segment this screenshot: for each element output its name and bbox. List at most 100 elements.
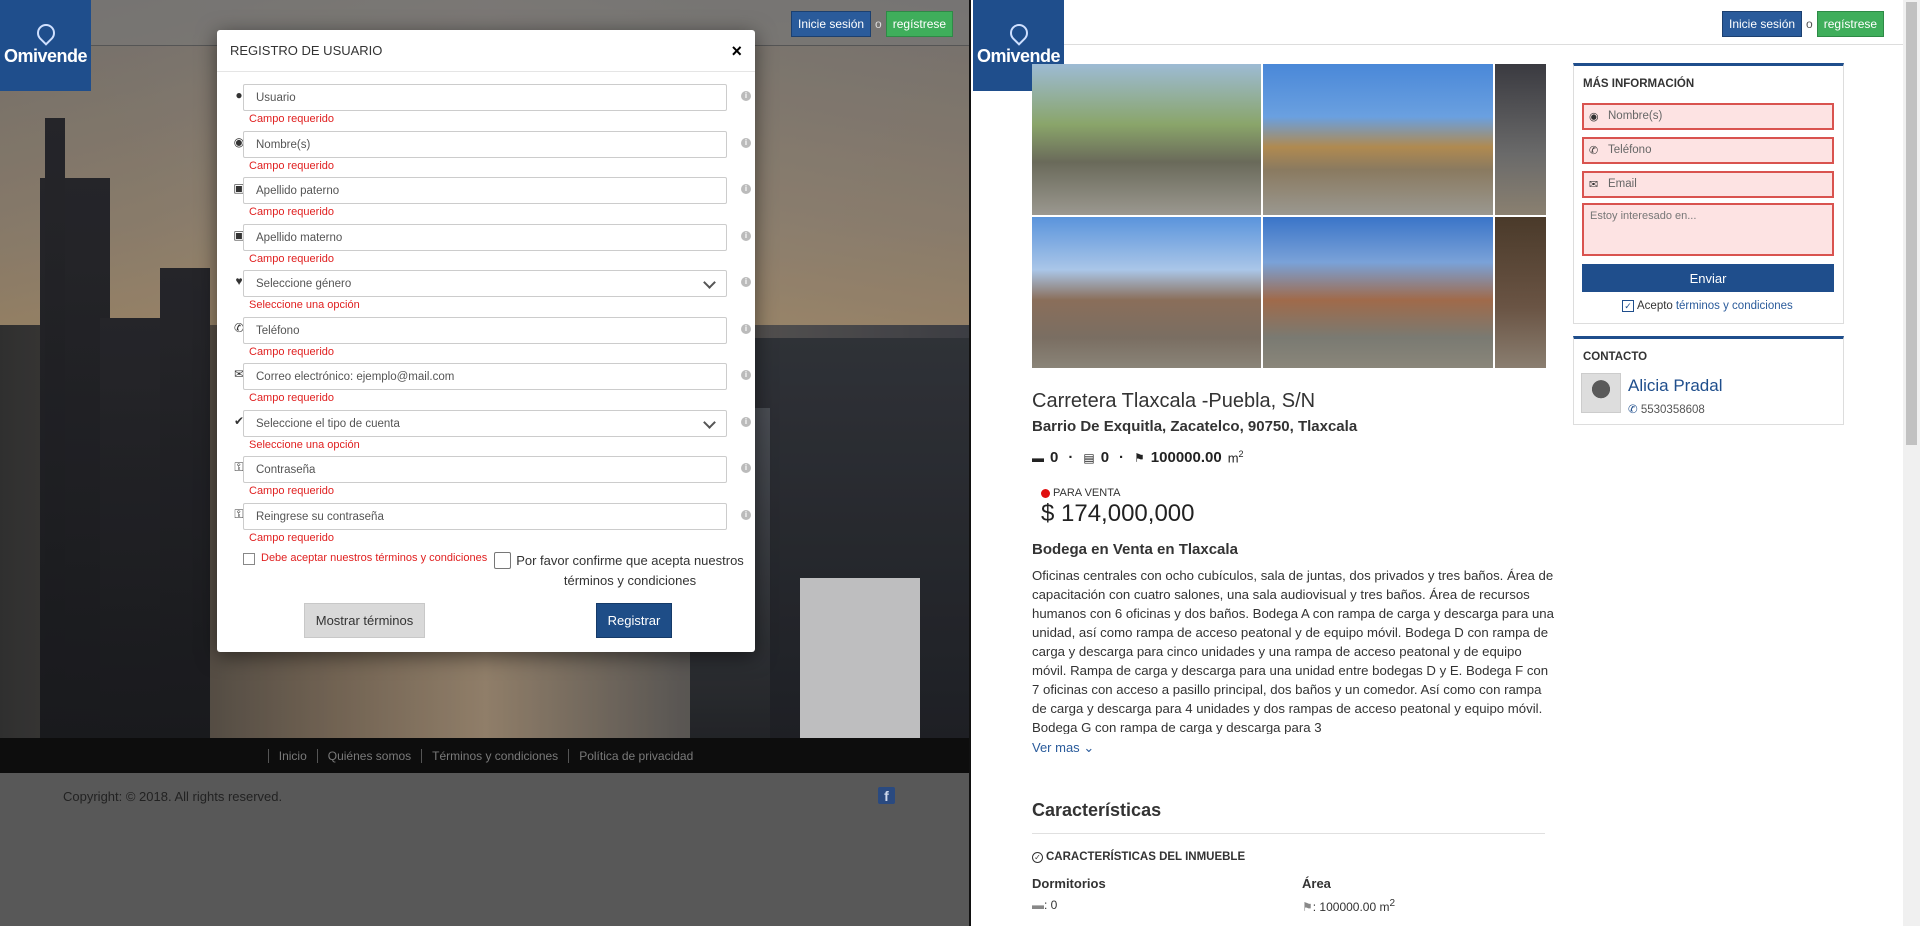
- copyright-text: Copyright: © 2018. All rights reserved.: [63, 789, 283, 804]
- avatar: [1581, 373, 1621, 413]
- property-address: Barrio De Exquitla, Zacatelco, 90750, Tl…: [1032, 418, 1358, 435]
- contact-name-input[interactable]: ◉ Nombre(s): [1582, 103, 1834, 130]
- info-icon[interactable]: i: [741, 230, 751, 241]
- info-icon[interactable]: i: [741, 184, 751, 194]
- footer-link-about[interactable]: Quiénes somos: [316, 748, 421, 763]
- terms-error-checkbox[interactable]: [243, 553, 255, 565]
- paternal-surname-input[interactable]: Apellido paterno: [243, 177, 727, 204]
- register-button[interactable]: regístrese: [1816, 11, 1885, 37]
- feature-label-area: Área: [1302, 876, 1331, 891]
- feature-value-area: ⚑: 100000.00 m2: [1302, 898, 1396, 914]
- envelope-icon: ✉: [1589, 179, 1599, 191]
- scrollbar-thumb[interactable]: [1906, 2, 1917, 445]
- send-button[interactable]: Enviar: [1582, 264, 1834, 292]
- confirm-password-input[interactable]: Reingrese su contraseña: [243, 502, 727, 530]
- see-more-link[interactable]: Ver mas ⌄: [1032, 740, 1094, 756]
- error-message: Campo requerido: [249, 531, 334, 544]
- property-photo[interactable]: [1263, 217, 1493, 368]
- login-button[interactable]: Inicie sesión: [791, 11, 872, 37]
- chevron-down-icon: ⌄: [1083, 740, 1095, 755]
- first-name-input[interactable]: Nombre(s): [243, 130, 727, 158]
- area-unit: m2: [1227, 449, 1244, 466]
- phone-input[interactable]: Teléfono: [243, 316, 727, 344]
- modal-header: REGISTRO DE USUARIO ×: [217, 30, 755, 72]
- info-icon[interactable]: i: [741, 463, 751, 473]
- brand-name: Omivende: [3, 46, 88, 66]
- field-first-name: ◉ Nombre(s) i Campo requerido: [230, 130, 751, 178]
- bed-icon: ▬: [1032, 450, 1044, 465]
- email-input[interactable]: Correo electrónico: ejemplo@mail.com: [243, 363, 727, 390]
- info-icon[interactable]: i: [741, 91, 751, 101]
- username-input[interactable]: Usuario: [243, 84, 727, 111]
- field-account-type: ✔ Seleccione el tipo de cuenta i Selecci…: [230, 409, 751, 457]
- or-label: o: [1806, 17, 1813, 31]
- property-photo[interactable]: [1495, 64, 1546, 215]
- error-message: Campo requerido: [249, 113, 334, 125]
- agent-name[interactable]: Alicia Pradal: [1628, 376, 1723, 396]
- register-submit-button[interactable]: Registrar: [596, 603, 672, 638]
- property-stats: ▬ 0 · ▤ 0 · ⚑ 100000.00 m2: [1032, 449, 1244, 466]
- accept-label: Acepto: [1637, 300, 1673, 312]
- contact-phone-input[interactable]: ✆ Teléfono: [1582, 137, 1834, 164]
- property-photo[interactable]: [1263, 64, 1493, 215]
- field-maternal-surname: ▣ Apellido materno i Campo requerido: [230, 223, 751, 271]
- feature-label-bedrooms: Dormitorios: [1032, 876, 1106, 891]
- left-browser-pane: Omivende Inicie sesión o regístrese Inic…: [0, 0, 971, 926]
- show-terms-button[interactable]: Mostrar términos: [304, 603, 425, 638]
- footer-link-privacy[interactable]: Política de privacidad: [568, 748, 703, 763]
- footer-nav: Inicio Quiénes somos Términos y condicio…: [0, 738, 969, 773]
- bedrooms-count: 0: [1050, 449, 1059, 466]
- error-message: Campo requerido: [249, 345, 334, 358]
- error-message: Campo requerido: [249, 206, 334, 218]
- user-circle-icon: ◉: [1589, 111, 1599, 123]
- screen: Omivende Inicie sesión o regístrese Inic…: [0, 0, 1920, 926]
- terms-link[interactable]: términos y condiciones: [1676, 300, 1793, 312]
- error-message: Seleccione una opción: [249, 438, 360, 451]
- scrollbar[interactable]: [1903, 0, 1920, 926]
- gender-select[interactable]: Seleccione género: [243, 270, 727, 297]
- info-icon[interactable]: i: [741, 370, 751, 380]
- footer-link-terms[interactable]: Términos y condiciones: [421, 748, 568, 763]
- password-input[interactable]: Contraseña: [243, 456, 727, 483]
- phone-icon: ✆: [1589, 145, 1599, 157]
- error-message: Campo requerido: [249, 159, 334, 172]
- status-badge: PARA VENTA: [1041, 487, 1120, 499]
- property-photo[interactable]: [1032, 217, 1261, 368]
- check-circle-icon: ✓: [1032, 851, 1043, 863]
- accept-terms-checkbox[interactable]: ✓: [1622, 300, 1634, 312]
- agent-phone: ✆ 5530358608: [1628, 404, 1705, 416]
- register-button[interactable]: regístrese: [885, 11, 954, 37]
- property-photo[interactable]: [1032, 64, 1261, 215]
- status-label: PARA VENTA: [1053, 487, 1121, 499]
- status-dot-icon: [1041, 488, 1050, 498]
- info-icon[interactable]: i: [741, 137, 751, 148]
- property-subtitle: Bodega en Venta en Tlaxcala: [1032, 541, 1238, 558]
- contact-message-textarea[interactable]: Estoy interesado en...: [1582, 203, 1834, 256]
- omivende-logo[interactable]: Omivende: [0, 0, 91, 91]
- info-icon[interactable]: i: [741, 323, 751, 334]
- maternal-surname-input[interactable]: Apellido materno: [243, 223, 727, 251]
- close-icon[interactable]: ×: [731, 42, 742, 60]
- footer-link-home[interactable]: Inicio: [267, 748, 317, 763]
- area-value: 100000.00: [1150, 449, 1222, 466]
- field-gender: ♥ Seleccione género i Seleccione una opc…: [230, 270, 751, 317]
- more-info-card: MÁS INFORMACIÓN ◉ Nombre(s) ✆ Teléfono ✉ Em…: [1573, 63, 1844, 324]
- terms-row: Debe aceptar nuestros términos y condici…: [230, 547, 744, 588]
- modal-actions: Mostrar términos Registrar: [230, 583, 742, 643]
- property-price: $ 174,000,000: [1041, 500, 1195, 527]
- contact-email-input[interactable]: ✉ Email: [1582, 171, 1834, 198]
- bathrooms-count: 0: [1100, 449, 1110, 466]
- info-icon[interactable]: i: [741, 416, 751, 427]
- field-password: ⚿ Contraseña i Campo requerido: [230, 456, 751, 503]
- info-icon[interactable]: i: [741, 509, 751, 520]
- auth-buttons: Inicie sesión o regístrese: [791, 11, 954, 37]
- field-confirm-password: ⚿ Reingrese su contraseña i Campo requer…: [230, 502, 751, 550]
- property-photo[interactable]: [1495, 217, 1546, 368]
- account-type-select[interactable]: Seleccione el tipo de cuenta: [243, 409, 727, 437]
- footer-bottom: Copyright: © 2018. All rights reserved. …: [0, 773, 969, 926]
- error-message: Campo requerido: [249, 252, 334, 265]
- property-gallery: [1032, 64, 1546, 369]
- info-icon[interactable]: i: [741, 277, 751, 287]
- login-button[interactable]: Inicie sesión: [1722, 11, 1803, 37]
- facebook-icon[interactable]: f: [878, 787, 895, 804]
